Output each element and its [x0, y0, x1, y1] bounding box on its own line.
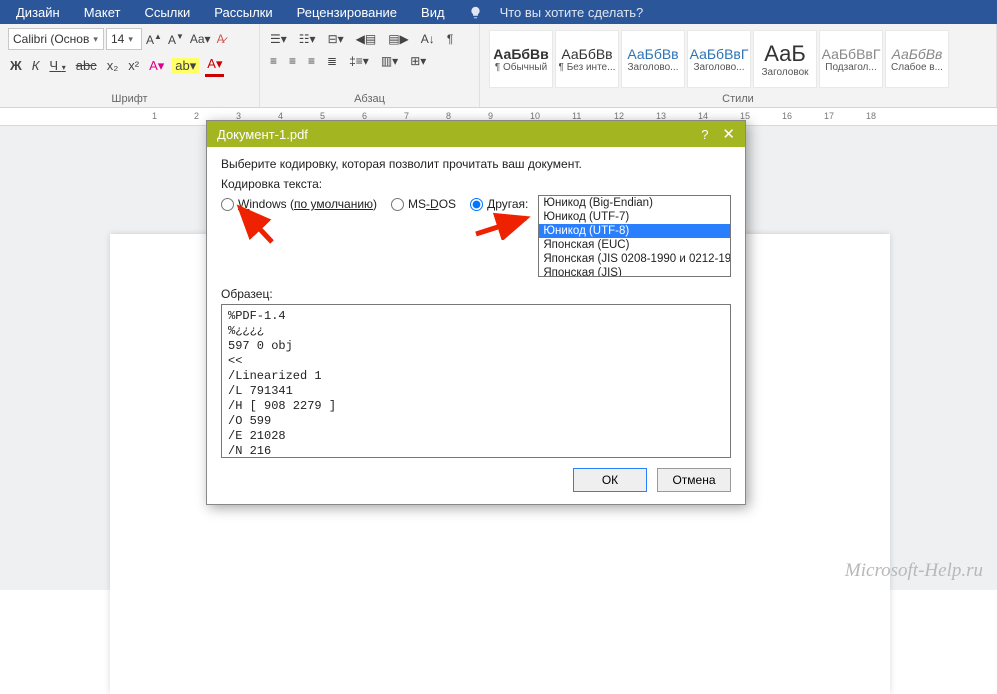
- annotation-arrow-1: [230, 202, 280, 246]
- radio-other[interactable]: Другая:: [470, 197, 528, 211]
- ribbon-body: Calibri (Основ▾ 14▾ A▲ A▼ Aa▾ A̷ Ж К Ч ▾…: [0, 24, 997, 108]
- encoding-option[interactable]: Юникод (UTF-7): [539, 210, 730, 224]
- dialog-instruction: Выберите кодировку, которая позволит про…: [221, 157, 731, 171]
- tab-review[interactable]: Рецензирование: [285, 5, 409, 20]
- encoding-option[interactable]: Юникод (UTF-8): [539, 224, 730, 238]
- font-color-icon[interactable]: A▾: [205, 54, 224, 77]
- encoding-option[interactable]: Юникод (Big-Endian): [539, 196, 730, 210]
- bold-button[interactable]: Ж: [8, 56, 24, 75]
- clear-format-icon[interactable]: A̷: [215, 30, 227, 48]
- change-case-icon[interactable]: Aa▾: [188, 30, 213, 48]
- sort-icon[interactable]: A↓: [419, 30, 437, 48]
- encoding-listbox[interactable]: Юникод (Big-Endian)Юникод (UTF-7)Юникод …: [538, 195, 731, 277]
- line-spacing-icon[interactable]: ‡≡▾: [347, 52, 371, 70]
- multilevel-icon[interactable]: ⊟▾: [326, 30, 346, 48]
- align-left-icon[interactable]: ≡: [268, 52, 279, 70]
- encoding-option[interactable]: Японская (JIS): [539, 266, 730, 277]
- encoding-label: Кодировка текста:: [221, 177, 731, 191]
- style-item[interactable]: АаБбВв¶ Без инте...: [555, 30, 619, 88]
- group-label-para: Абзац: [268, 91, 471, 107]
- shading-icon[interactable]: ▥▾: [379, 52, 400, 70]
- tab-design[interactable]: Дизайн: [4, 5, 72, 20]
- superscript-button[interactable]: x²: [126, 56, 141, 75]
- encoding-option[interactable]: Японская (JIS 0208-1990 и 0212-1990): [539, 252, 730, 266]
- ribbon-tabs: Дизайн Макет Ссылки Рассылки Рецензирова…: [0, 0, 997, 24]
- bullets-icon[interactable]: ☰▾: [268, 30, 289, 48]
- lightbulb-icon: [469, 6, 482, 19]
- tell-me-text: Что вы хотите сделать?: [488, 5, 656, 20]
- dialog-titlebar[interactable]: Документ-1.pdf ? ✕: [207, 121, 745, 147]
- font-name-combo[interactable]: Calibri (Основ▾: [8, 28, 104, 50]
- borders-icon[interactable]: ⊞▾: [408, 52, 428, 70]
- style-item[interactable]: АаБбВвГЗаголово...: [687, 30, 751, 88]
- group-label-font: Шрифт: [8, 91, 251, 107]
- tab-mailings[interactable]: Рассылки: [202, 5, 284, 20]
- encoding-dialog: Документ-1.pdf ? ✕ Выберите кодировку, к…: [206, 120, 746, 505]
- font-size-combo[interactable]: 14▾: [106, 28, 142, 50]
- underline-button[interactable]: Ч ▾: [47, 56, 67, 75]
- group-label-styles: Стили: [488, 91, 988, 107]
- style-item[interactable]: АаБЗаголовок: [753, 30, 817, 88]
- shrink-font-icon[interactable]: A▼: [166, 30, 186, 49]
- radio-msdos[interactable]: MS-DOS: [391, 197, 456, 211]
- encoding-option[interactable]: Японская (EUC): [539, 238, 730, 252]
- strike-button[interactable]: abc: [74, 56, 99, 75]
- cancel-button[interactable]: Отмена: [657, 468, 731, 492]
- tab-links[interactable]: Ссылки: [133, 5, 203, 20]
- style-item[interactable]: АаБбВвГПодзагол...: [819, 30, 883, 88]
- show-marks-icon[interactable]: ¶: [445, 30, 455, 48]
- tab-view[interactable]: Вид: [409, 5, 457, 20]
- text-effects-icon[interactable]: A▾: [147, 56, 166, 76]
- indent-dec-icon[interactable]: ◀▤: [354, 30, 379, 48]
- watermark: Microsoft-Help.ru: [845, 560, 983, 582]
- tell-me[interactable]: Что вы хотите сделать?: [457, 5, 668, 20]
- close-icon[interactable]: ✕: [722, 125, 735, 143]
- style-item[interactable]: АаБбВвСлабое в...: [885, 30, 949, 88]
- style-item[interactable]: АаБбВвЗаголово...: [621, 30, 685, 88]
- style-item[interactable]: АаБбВв¶ Обычный: [489, 30, 553, 88]
- indent-inc-icon[interactable]: ▤▶: [386, 30, 411, 48]
- numbering-icon[interactable]: ☷▾: [297, 30, 318, 48]
- italic-button[interactable]: К: [30, 56, 42, 75]
- annotation-arrow-2: [472, 210, 532, 240]
- grow-font-icon[interactable]: A▲: [144, 30, 164, 49]
- sample-label: Образец:: [221, 287, 731, 301]
- dialog-title-text: Документ-1.pdf: [217, 127, 308, 142]
- subscript-button[interactable]: x₂: [105, 56, 121, 75]
- justify-icon[interactable]: ≣: [325, 52, 339, 70]
- highlight-icon[interactable]: ab▾: [172, 58, 199, 74]
- styles-gallery[interactable]: АаБбВв¶ ОбычныйАаБбВв¶ Без инте...АаБбВв…: [488, 28, 988, 91]
- ok-button[interactable]: ОК: [573, 468, 647, 492]
- tab-layout[interactable]: Макет: [72, 5, 133, 20]
- align-right-icon[interactable]: ≡: [306, 52, 317, 70]
- sample-preview[interactable]: %PDF-1.4 %¿¿¿¿ 597 0 obj << /Linearized …: [221, 304, 731, 458]
- align-center-icon[interactable]: ≡: [287, 52, 298, 70]
- dialog-help-icon[interactable]: ?: [701, 127, 708, 142]
